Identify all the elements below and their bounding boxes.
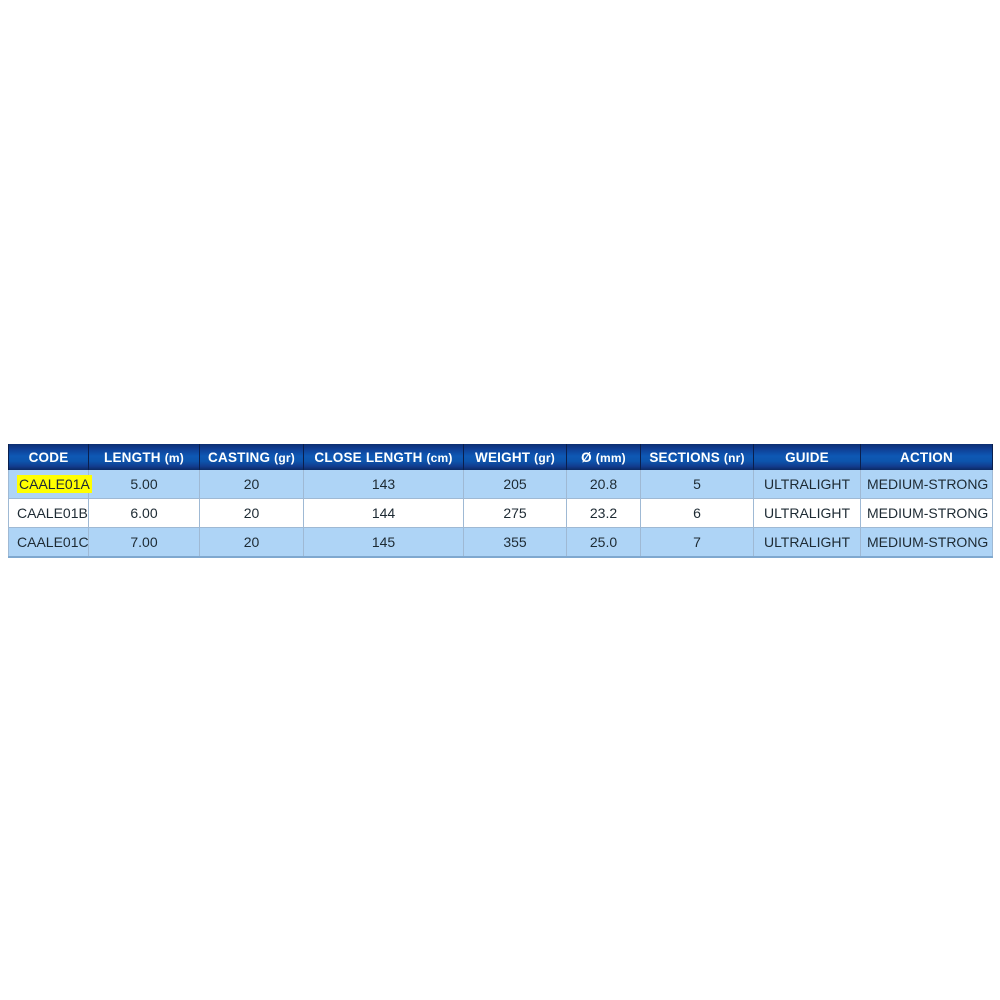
cell-close-length: 144 (303, 498, 464, 528)
column-header-label: CASTING (208, 449, 271, 465)
cell-length: 5.00 (88, 470, 200, 499)
cell-action: MEDIUM-STRONG (860, 470, 993, 499)
column-header-sections[interactable]: SECTIONS (nr) (640, 444, 754, 470)
cell-action: MEDIUM-STRONG (860, 527, 993, 558)
highlighted-code-value: CAALE01A (17, 475, 92, 493)
code-value: CAALE01B (17, 505, 88, 521)
table-header: CODE LENGTH (m) CASTING (gr) CLOSE LENGTH (… (8, 444, 993, 470)
column-header-unit: (gr) (534, 450, 555, 465)
cell-close-length: 145 (303, 527, 464, 558)
cell-casting: 20 (199, 527, 304, 558)
table-body: CAALE01A 5.00 20 143 205 20.8 5 ULTRALIGHT MEDIU… (8, 470, 993, 558)
cell-guide: ULTRALIGHT (753, 527, 861, 558)
table-row[interactable]: CAALE01B 6.00 20 144 275 23.2 6 ULTRALIGHT MEDIU… (8, 498, 993, 528)
specification-table-container: CODE LENGTH (m) CASTING (gr) CLOSE LENGTH (… (8, 444, 993, 558)
cell-code: CAALE01C (8, 527, 89, 558)
column-header-label: CLOSE LENGTH (314, 449, 423, 465)
table-row[interactable]: CAALE01C 7.00 20 145 355 25.0 7 ULTRALIGHT MEDIU… (8, 527, 993, 558)
column-header-unit: (mm) (595, 450, 626, 465)
cell-diameter: 23.2 (566, 498, 641, 528)
cell-sections: 7 (640, 527, 754, 558)
column-header-label: GUIDE (785, 449, 829, 465)
column-header-weight[interactable]: WEIGHT (gr) (463, 444, 567, 470)
column-header-unit: (gr) (274, 450, 295, 465)
cell-diameter: 25.0 (566, 527, 641, 558)
cell-sections: 5 (640, 470, 754, 499)
column-header-label: LENGTH (104, 449, 161, 465)
code-value: CAALE01C (17, 534, 89, 550)
cell-close-length: 143 (303, 470, 464, 499)
column-header-guide[interactable]: GUIDE (753, 444, 861, 470)
cell-code: CAALE01A (8, 470, 92, 499)
cell-code: CAALE01B (8, 498, 89, 528)
column-header-label: WEIGHT (475, 449, 531, 465)
cell-casting: 20 (199, 498, 304, 528)
column-header-close-length[interactable]: CLOSE LENGTH (cm) (303, 444, 464, 470)
cell-weight: 275 (463, 498, 567, 528)
specification-table: CODE LENGTH (m) CASTING (gr) CLOSE LENGTH (… (8, 444, 993, 558)
column-header-casting[interactable]: CASTING (gr) (199, 444, 304, 470)
column-header-label: CODE (28, 449, 69, 465)
cell-sections: 6 (640, 498, 754, 528)
column-header-label: SECTIONS (649, 449, 720, 465)
column-header-code[interactable]: CODE (8, 444, 89, 470)
column-header-[interactable]: Ø (mm) (566, 444, 641, 470)
cell-length: 6.00 (88, 498, 200, 528)
column-header-unit: (m) (164, 450, 184, 465)
cell-action: MEDIUM-STRONG (860, 498, 993, 528)
cell-casting: 20 (199, 470, 304, 499)
column-header-unit: (nr) (723, 450, 745, 465)
cell-length: 7.00 (88, 527, 200, 558)
table-row[interactable]: CAALE01A 5.00 20 143 205 20.8 5 ULTRALIGHT MEDIU… (8, 470, 993, 499)
table-header-row: CODE LENGTH (m) CASTING (gr) CLOSE LENGTH (… (8, 444, 993, 470)
cell-guide: ULTRALIGHT (753, 470, 861, 499)
cell-weight: 205 (463, 470, 567, 499)
cell-guide: ULTRALIGHT (753, 498, 861, 528)
column-header-length[interactable]: LENGTH (m) (88, 444, 200, 470)
column-header-label: Ø (581, 449, 592, 465)
cell-diameter: 20.8 (566, 470, 641, 499)
column-header-action[interactable]: ACTION (860, 444, 993, 470)
column-header-label: ACTION (900, 449, 953, 465)
column-header-unit: (cm) (426, 450, 453, 465)
cell-weight: 355 (463, 527, 567, 558)
